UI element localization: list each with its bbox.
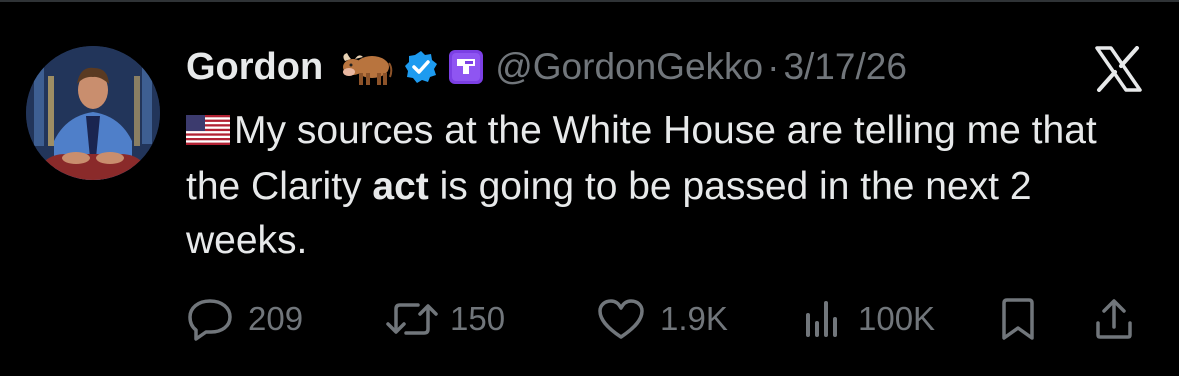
reply-count: 209	[248, 300, 304, 337]
bookmark-icon	[1002, 298, 1034, 340]
views-button[interactable]: 100K	[802, 294, 935, 344]
author-name[interactable]: Gordon	[186, 46, 323, 89]
divider	[0, 0, 1179, 2]
views-icon	[806, 301, 837, 337]
reply-button[interactable]: 209	[186, 294, 303, 344]
avatar[interactable]	[26, 46, 160, 180]
bookmark-button[interactable]	[998, 294, 1038, 344]
tweet-text-bold: act	[372, 165, 429, 208]
cow-emoji-icon	[339, 47, 393, 87]
verified-badge-icon[interactable]	[403, 49, 439, 85]
us-flag-icon	[186, 106, 230, 160]
tweet-text: My sources at the White House are tellin…	[186, 104, 1156, 268]
views-count: 100K	[858, 300, 936, 337]
share-button[interactable]	[1092, 294, 1136, 344]
like-button[interactable]: 1.9K	[596, 294, 728, 344]
share-icon	[1096, 299, 1132, 339]
repost-button[interactable]: 150	[384, 294, 505, 344]
reply-icon	[188, 299, 232, 341]
repost-icon	[386, 303, 438, 335]
like-icon	[598, 299, 644, 339]
author-handle[interactable]: @GordonGekko	[495, 46, 763, 88]
tweet-header: Gordon @GordonGekko · 3/17/26	[186, 42, 907, 92]
like-count: 1.9K	[660, 300, 728, 337]
affiliate-badge-icon[interactable]	[449, 50, 484, 84]
action-bar: 209 150 1.9K 100K	[186, 294, 1146, 344]
repost-count: 150	[450, 300, 506, 337]
tweet-date[interactable]: 3/17/26	[783, 46, 906, 88]
separator-dot: ·	[767, 46, 780, 87]
x-logo-icon	[1094, 46, 1142, 97]
